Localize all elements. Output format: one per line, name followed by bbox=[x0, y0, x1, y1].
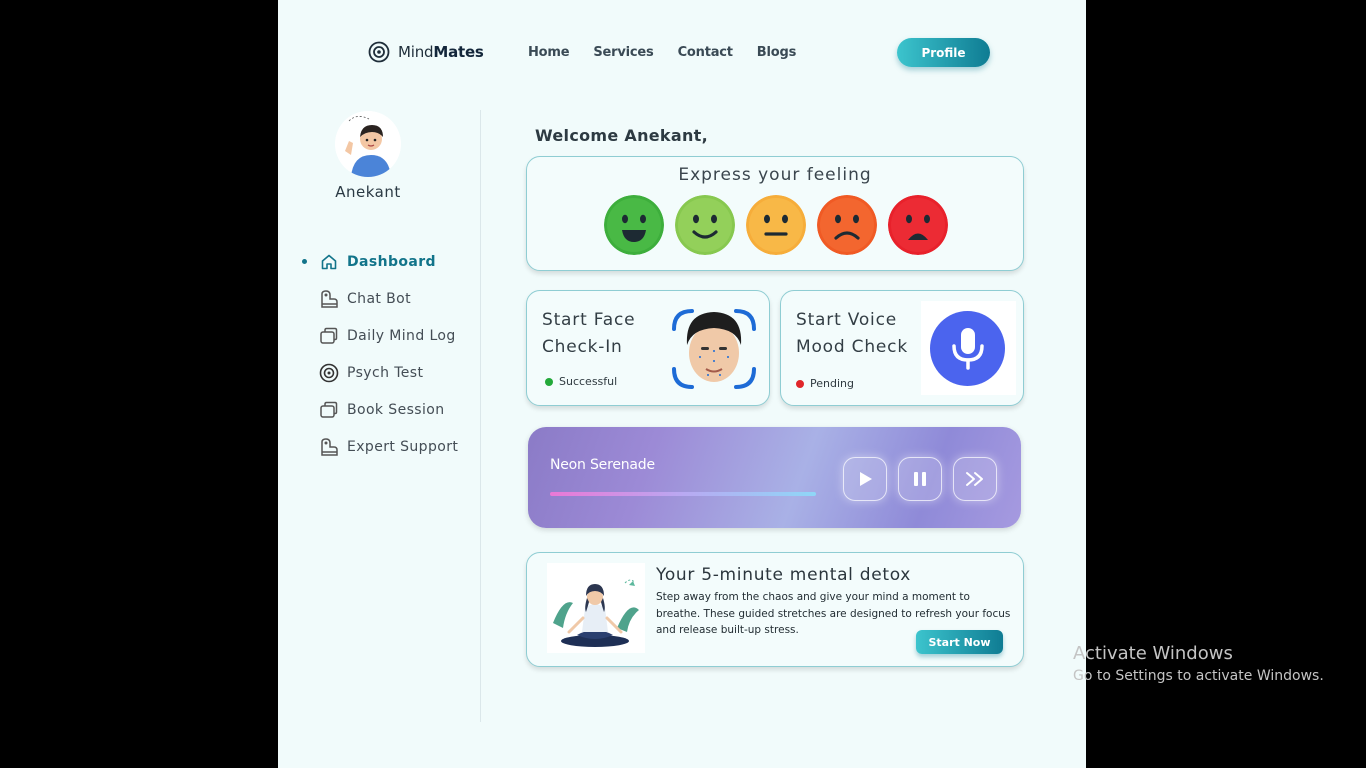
happy-emoji[interactable] bbox=[675, 195, 735, 255]
status-text: Successful bbox=[559, 375, 618, 388]
sidebar-item-chat-bot[interactable]: Chat Bot bbox=[302, 280, 458, 317]
very-happy-emoji[interactable] bbox=[604, 195, 664, 255]
sidebar-item-label: Dashboard bbox=[347, 253, 436, 270]
logo-icon bbox=[368, 41, 390, 63]
sidebar-item-book-session[interactable]: Book Session bbox=[302, 391, 458, 428]
log-icon bbox=[319, 326, 339, 346]
mic-box bbox=[921, 301, 1016, 395]
microphone-icon[interactable] bbox=[930, 311, 1005, 386]
chat-bot-icon bbox=[319, 289, 339, 309]
avatar[interactable] bbox=[335, 111, 401, 177]
home-icon bbox=[319, 252, 339, 272]
neutral-emoji[interactable] bbox=[746, 195, 806, 255]
face-checkin-status: Successful bbox=[545, 375, 617, 388]
pause-icon bbox=[914, 472, 926, 486]
user-name: Anekant bbox=[335, 183, 401, 201]
face-checkin-title: Start Face Check-In bbox=[542, 310, 636, 357]
sad-emoji[interactable] bbox=[817, 195, 877, 255]
sidebar-item-daily-mind-log[interactable]: Daily Mind Log bbox=[302, 317, 458, 354]
sidebar-menu: Dashboard Chat Bot Daily Mind Log Psych … bbox=[302, 243, 458, 465]
meditation-illustration bbox=[547, 563, 645, 653]
sidebar-item-label: Daily Mind Log bbox=[347, 327, 456, 344]
top-nav: Home Services Contact Blogs bbox=[528, 45, 820, 60]
status-text: Pending bbox=[810, 377, 854, 390]
status-dot bbox=[545, 377, 553, 386]
app-page: MindMates Home Services Contact Blogs Pr… bbox=[278, 0, 1086, 768]
progress-bar[interactable] bbox=[550, 492, 816, 496]
detox-title: Your 5-minute mental detox bbox=[656, 565, 912, 585]
sidebar-item-label: Chat Bot bbox=[347, 290, 412, 307]
profile-button[interactable]: Profile bbox=[897, 38, 990, 67]
target-icon bbox=[319, 363, 339, 383]
pause-button[interactable] bbox=[898, 457, 942, 501]
sidebar-item-label: Expert Support bbox=[347, 438, 459, 455]
brand-logo[interactable]: MindMates bbox=[368, 41, 484, 63]
music-player: Neon Serenade bbox=[528, 427, 1021, 528]
play-button[interactable] bbox=[843, 457, 887, 501]
sidebar-item-dashboard[interactable]: Dashboard bbox=[302, 243, 458, 280]
voice-check-title: Start Voice Mood Check bbox=[796, 310, 908, 357]
sidebar-item-expert-support[interactable]: Expert Support bbox=[302, 428, 458, 465]
status-dot bbox=[796, 379, 804, 388]
nav-blogs[interactable]: Blogs bbox=[757, 45, 797, 60]
face-scan-icon bbox=[672, 309, 756, 389]
watermark-subtitle: Go to Settings to activate Windows. bbox=[1073, 668, 1324, 684]
sidebar-divider bbox=[480, 110, 481, 722]
detox-card: Your 5-minute mental detox Step away fro… bbox=[526, 552, 1024, 667]
start-now-button[interactable]: Start Now bbox=[916, 630, 1003, 654]
watermark-title: Activate Windows bbox=[1073, 643, 1233, 664]
brand-name: MindMates bbox=[398, 43, 484, 61]
voice-check-status: Pending bbox=[796, 377, 854, 390]
emoji-row bbox=[604, 195, 948, 255]
play-icon bbox=[860, 472, 872, 486]
sidebar-item-label: Book Session bbox=[347, 401, 445, 418]
nav-contact[interactable]: Contact bbox=[678, 45, 733, 60]
feeling-title: Express your feeling bbox=[678, 165, 872, 185]
support-icon bbox=[319, 437, 339, 457]
sidebar-item-label: Psych Test bbox=[347, 364, 424, 381]
sidebar-item-psych-test[interactable]: Psych Test bbox=[302, 354, 458, 391]
next-button[interactable] bbox=[953, 457, 997, 501]
face-checkin-card[interactable]: Start Face Check-In Successful bbox=[526, 290, 770, 406]
welcome-heading: Welcome Anekant, bbox=[535, 126, 708, 145]
nav-services[interactable]: Services bbox=[593, 45, 653, 60]
windows-activation-watermark: Activate Windows Go to Settings to activ… bbox=[1073, 643, 1324, 684]
active-indicator bbox=[302, 259, 307, 264]
song-title: Neon Serenade bbox=[550, 457, 655, 473]
book-icon bbox=[319, 400, 339, 420]
voice-check-card[interactable]: Start Voice Mood Check Pending bbox=[780, 290, 1024, 406]
feeling-card: Express your feeling bbox=[526, 156, 1024, 271]
fast-forward-icon bbox=[966, 472, 983, 486]
very-sad-emoji[interactable] bbox=[888, 195, 948, 255]
nav-home[interactable]: Home bbox=[528, 45, 570, 60]
